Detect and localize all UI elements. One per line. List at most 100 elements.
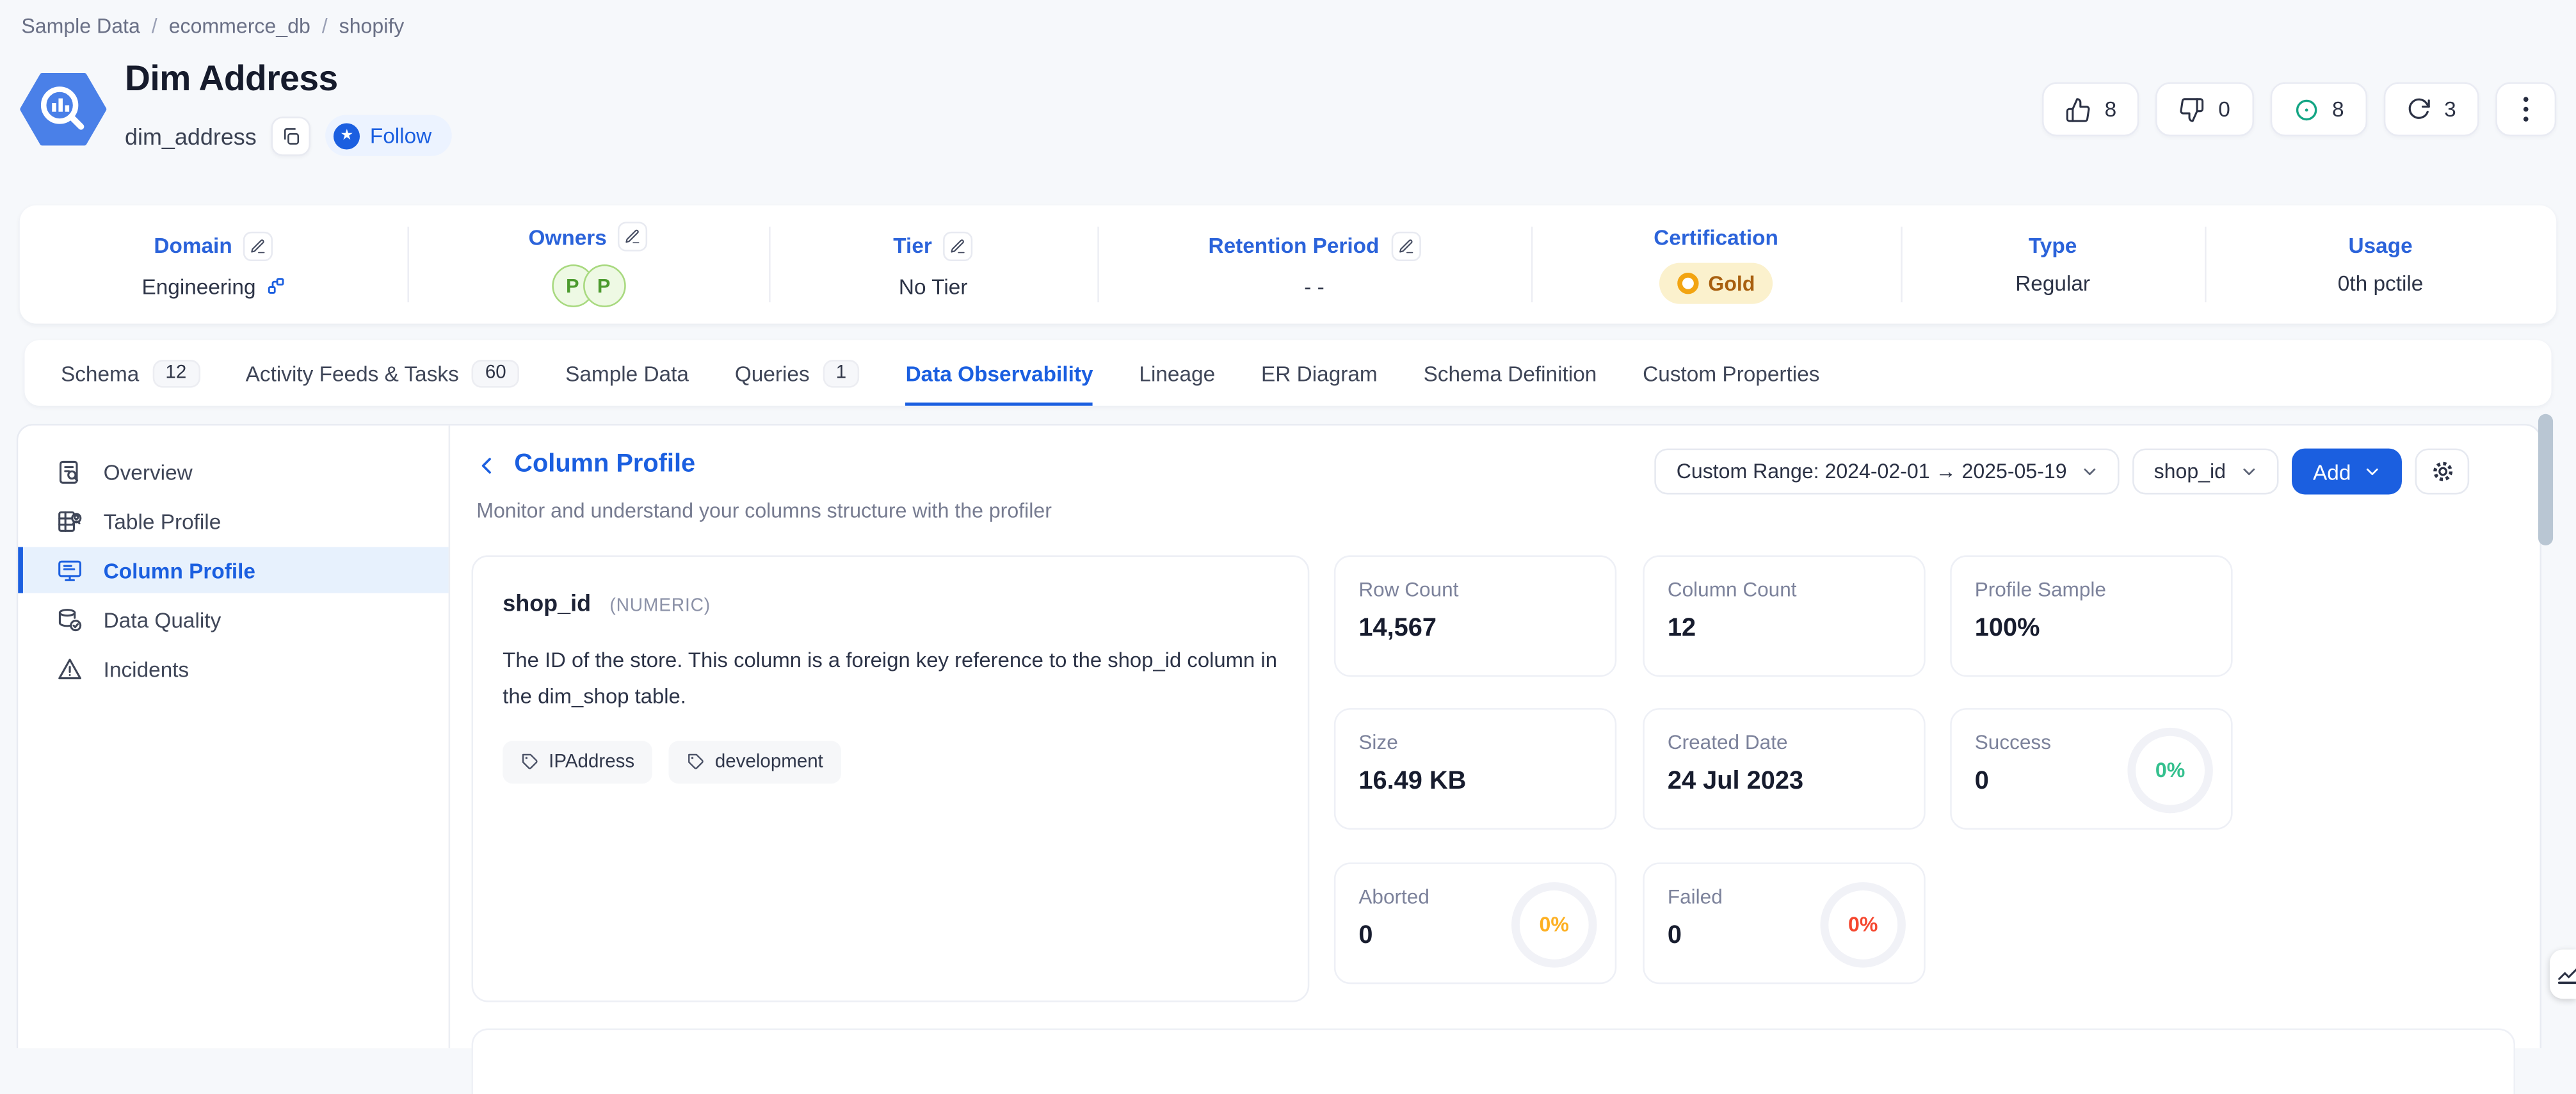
upvote-button[interactable]: 8 — [2042, 82, 2139, 136]
stat-card-profile-sample: Profile Sample 100% — [1950, 555, 2232, 677]
stat-card-aborted: Aborted 0 0% — [1334, 862, 1616, 984]
table-profile-icon — [56, 507, 84, 535]
version-button[interactable]: 3 — [2383, 82, 2479, 136]
column-profile-icon — [56, 556, 84, 584]
meta-domain: Domain Engineering — [20, 205, 408, 324]
back-chevron-icon[interactable] — [476, 454, 497, 476]
edit-owners-button[interactable] — [618, 221, 648, 251]
date-range-dropdown[interactable]: Custom Range: 2024-02-01 → 2025-05-19 — [1655, 449, 2119, 495]
breadcrumb-schema[interactable]: shopify — [339, 15, 405, 38]
domain-link-icon — [266, 276, 286, 296]
copy-icon — [281, 125, 301, 145]
tag-chip[interactable]: IPAddress — [503, 740, 652, 783]
sidebar-item-data-quality[interactable]: Data Quality — [18, 597, 448, 643]
domain-value[interactable]: Engineering — [141, 273, 255, 298]
data-quality-icon — [56, 606, 84, 634]
tab-count-badge: 60 — [472, 359, 519, 387]
metadata-card: Domain Engineering Owners P P Tier — [20, 205, 2556, 324]
follow-label: Follow — [370, 123, 431, 147]
stat-card-created-date: Created Date 24 Jul 2023 — [1643, 708, 1925, 830]
sidebar-item-table-profile[interactable]: Table Profile — [18, 498, 448, 544]
observability-sidenav: Overview Table Profile Column Profile Da… — [18, 426, 450, 1049]
meta-certification: Certification Gold — [1531, 205, 1901, 324]
entity-tabs: Schema12 Activity Feeds & Tasks60 Sample… — [24, 340, 2551, 406]
copy-name-button[interactable] — [271, 116, 311, 156]
breadcrumb-database[interactable]: ecommerce_db — [169, 15, 310, 38]
add-button[interactable]: Add — [2292, 449, 2402, 495]
version-count: 3 — [2444, 97, 2456, 121]
edit-tier-button[interactable] — [944, 231, 973, 261]
column-name: shop_id — [503, 590, 591, 616]
column-profile-main: Column Profile Monitor and understand yo… — [450, 426, 2540, 1049]
overview-icon — [56, 458, 84, 486]
tab-activity-feeds[interactable]: Activity Feeds & Tasks60 — [246, 340, 520, 406]
type-value: Regular — [2015, 271, 2090, 295]
sidebar-item-overview[interactable]: Overview — [18, 449, 448, 495]
follow-button[interactable]: ★ Follow — [326, 115, 452, 156]
meta-tier: Tier No Tier — [769, 205, 1097, 324]
upvote-count: 8 — [2105, 97, 2117, 121]
breadcrumb-separator: / — [152, 15, 157, 38]
thumbs-down-icon — [2179, 96, 2205, 122]
breadcrumb: Sample Data / ecommerce_db / shopify — [21, 15, 404, 38]
watch-circle-icon — [2292, 96, 2319, 122]
tab-count-badge: 1 — [823, 359, 860, 387]
observability-panel: Overview Table Profile Column Profile Da… — [17, 424, 2541, 1048]
entity-actions: 8 0 8 3 — [2042, 82, 2556, 136]
thumbs-up-icon — [2065, 96, 2091, 122]
bigquery-service-icon — [20, 66, 107, 153]
domain-label: Domain — [154, 233, 232, 257]
failed-percent-ring: 0% — [1820, 882, 1905, 967]
stat-card-failed: Failed 0 0% — [1643, 862, 1925, 984]
aborted-percent-ring: 0% — [1511, 882, 1597, 967]
tab-er-diagram[interactable]: ER Diagram — [1261, 340, 1378, 406]
retention-label: Retention Period — [1208, 233, 1379, 257]
edit-domain-button[interactable] — [244, 231, 273, 261]
column-description: The ID of the store. This column is a fo… — [503, 642, 1278, 714]
stat-card-row-count: Row Count 14,567 — [1334, 555, 1616, 677]
tab-count-badge: 12 — [152, 359, 200, 387]
owners-label: Owners — [528, 224, 606, 248]
tab-custom-properties[interactable]: Custom Properties — [1643, 340, 1819, 406]
tier-value: No Tier — [899, 273, 968, 298]
owner-avatar[interactable]: P — [583, 264, 625, 307]
usage-label: Usage — [2349, 233, 2413, 257]
section-subtitle: Monitor and understand your columns stru… — [476, 499, 1052, 522]
next-section-card — [472, 1029, 2516, 1094]
tab-schema[interactable]: Schema12 — [61, 340, 200, 406]
stat-card-success: Success 0 0% — [1950, 708, 2232, 830]
page-title: Dim Address — [125, 59, 338, 100]
column-datatype: (NUMERIC) — [609, 597, 710, 616]
chevron-down-icon — [2364, 463, 2381, 480]
tag-chip[interactable]: development — [669, 740, 841, 783]
edit-retention-button[interactable] — [1390, 231, 1420, 261]
tag-icon — [687, 752, 705, 770]
downvote-button[interactable]: 0 — [2156, 82, 2253, 136]
watch-button[interactable]: 8 — [2269, 82, 2367, 136]
certification-badge: Gold — [1659, 263, 1773, 304]
certification-label: Certification — [1654, 225, 1778, 250]
tab-queries[interactable]: Queries1 — [735, 340, 860, 406]
chevron-down-icon — [2241, 463, 2257, 480]
meta-usage: Usage 0th pctile — [2205, 205, 2556, 324]
column-summary-card: shop_id (NUMERIC) The ID of the store. T… — [472, 555, 1310, 1002]
breadcrumb-service[interactable]: Sample Data — [21, 15, 140, 38]
floating-widget-button[interactable] — [2550, 949, 2576, 999]
sidebar-item-incidents[interactable]: Incidents — [18, 646, 448, 692]
tier-label: Tier — [893, 233, 932, 257]
meta-retention: Retention Period - - — [1097, 205, 1531, 324]
tab-data-observability[interactable]: Data Observability — [906, 340, 1093, 406]
tag-icon — [521, 752, 539, 770]
medal-icon — [1677, 273, 1698, 294]
table-details-page: Sample Data / ecommerce_db / shopify Dim… — [0, 0, 2576, 1047]
tab-lineage[interactable]: Lineage — [1139, 340, 1215, 406]
column-selector-dropdown[interactable]: shop_id — [2132, 449, 2278, 495]
star-icon: ★ — [334, 122, 360, 149]
settings-button[interactable] — [2415, 449, 2470, 495]
sidebar-item-column-profile[interactable]: Column Profile — [18, 547, 448, 593]
downvote-count: 0 — [2218, 97, 2230, 121]
tab-sample-data[interactable]: Sample Data — [565, 340, 689, 406]
more-options-button[interactable] — [2495, 82, 2556, 136]
tab-schema-definition[interactable]: Schema Definition — [1424, 340, 1597, 406]
vertical-scrollbar[interactable] — [2538, 414, 2553, 545]
